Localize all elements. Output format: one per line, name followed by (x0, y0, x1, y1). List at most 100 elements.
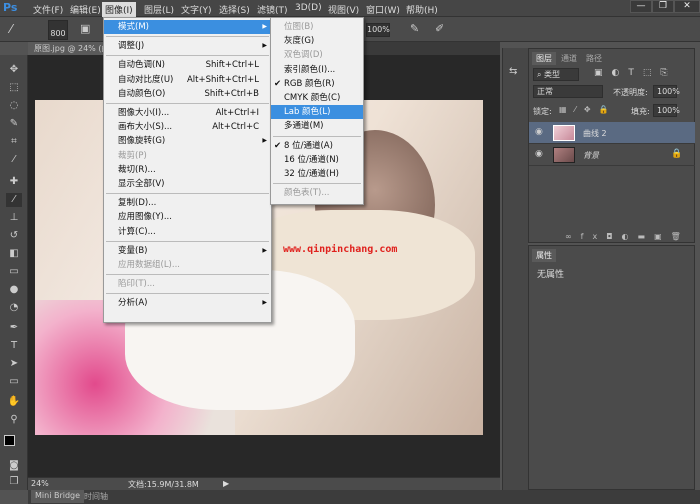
menu-item-shortcut: Alt+Ctrl+C (212, 122, 259, 133)
marquee-tool-icon[interactable]: ⬚ (6, 81, 22, 95)
lock-icons[interactable]: ▦⁄✥🔒 (559, 105, 617, 114)
menu-help[interactable]: 帮助(H) (403, 2, 441, 17)
menu-select[interactable]: 选择(S) (216, 2, 253, 17)
image_menu-item[interactable]: 模式(M) ▶ (104, 20, 271, 34)
layer-row[interactable]: ◉ 背景 🔒 (529, 144, 695, 166)
mode_submenu-item[interactable]: 灰度(G) (271, 34, 363, 48)
mode_submenu-item[interactable]: 多通道(M) (271, 119, 363, 133)
search-icon: ⌕ (537, 70, 545, 79)
properties-panel: 属性 无属性 (528, 245, 695, 490)
image_menu-item[interactable]: 自动颜色(O) Shift+Ctrl+B (104, 87, 271, 101)
image_menu-item[interactable]: 计算(C)... (104, 225, 271, 239)
image_menu-item[interactable]: 图像大小(I)... Alt+Ctrl+I (104, 106, 271, 120)
menu-image[interactable]: 图像(I) (102, 2, 136, 17)
tab-channels[interactable]: 通道 (557, 52, 581, 65)
mode_submenu-item[interactable]: ✔ RGB 颜色(R) (271, 77, 363, 91)
pen-tool-icon[interactable]: ✒ (6, 321, 22, 335)
brush-size-picker[interactable]: 800 (48, 20, 68, 40)
menu-separator (106, 103, 269, 104)
menu-window[interactable]: 窗口(W) (363, 2, 403, 17)
menu-edit[interactable]: 编辑(E) (67, 2, 104, 17)
mode_submenu-item[interactable]: 16 位/通道(N) (271, 153, 363, 167)
path-select-tool-icon[interactable]: ➤ (6, 357, 22, 371)
menu-filter[interactable]: 滤镜(T) (254, 2, 291, 17)
close-button[interactable]: ✕ (674, 0, 700, 13)
tab-mini-bridge[interactable]: Mini Bridge (31, 490, 85, 503)
eraser-tool-icon[interactable]: ◧ (6, 247, 22, 261)
image_menu-item[interactable]: 显示全部(V) (104, 177, 271, 191)
mode_submenu-item: 位图(B) (271, 20, 363, 34)
lasso-tool-icon[interactable]: ◌ (6, 99, 22, 113)
image_menu-item[interactable]: 分析(A) ▶ (104, 296, 271, 310)
layer-name[interactable]: 背景 (583, 150, 599, 161)
healing-tool-icon[interactable]: ✚ (6, 175, 22, 189)
dodge-tool-icon[interactable]: ◔ (6, 301, 22, 315)
checkmark-icon: ✔ (274, 78, 282, 89)
blend-mode-select[interactable]: 正常 (533, 85, 603, 98)
layer-name[interactable]: 曲线 2 (583, 128, 607, 139)
image_menu-item[interactable]: 自动色调(N) Shift+Ctrl+L (104, 58, 271, 72)
screen-mode-icon[interactable]: ❐ (6, 475, 22, 489)
eyedropper-tool-icon[interactable]: ⁄ (6, 153, 22, 167)
quick-select-tool-icon[interactable]: ✎ (6, 117, 22, 131)
menu-item-label: 图像旋转(G) (118, 136, 166, 147)
status-menu-arrow-icon[interactable]: ▶ (223, 479, 229, 488)
layer-filter-select[interactable]: ⌕ 类型 (533, 68, 579, 81)
hand-tool-icon[interactable]: ✋ (6, 395, 22, 409)
mode_submenu-item[interactable]: 索引颜色(I)... (271, 63, 363, 77)
brush-panel-icon[interactable]: ▣ (80, 22, 90, 35)
fill-field[interactable]: 100% (653, 104, 680, 117)
type-tool-icon[interactable]: T (6, 339, 22, 353)
tab-layers[interactable]: 图层 (532, 52, 556, 65)
zoom-level[interactable]: 24% (31, 479, 49, 488)
visibility-eye-icon[interactable]: ◉ (535, 149, 543, 159)
visibility-eye-icon[interactable]: ◉ (535, 127, 543, 137)
shape-tool-icon[interactable]: ▭ (6, 375, 22, 389)
image_menu-item[interactable]: 复制(D)... (104, 196, 271, 210)
layer-actions-icons[interactable]: ∞fx◘◐▬▣🗑 (565, 232, 690, 241)
opacity-field[interactable]: 100% (653, 85, 680, 98)
tablet-pressure-icon[interactable]: ✐ (435, 22, 444, 35)
gradient-tool-icon[interactable]: ▭ (6, 265, 22, 279)
history-brush-icon[interactable]: ↺ (6, 229, 22, 243)
image_menu-item[interactable]: 裁切(R)... (104, 163, 271, 177)
mode_submenu-item[interactable]: Lab 颜色(L) (271, 105, 363, 120)
document-tab[interactable]: 原图.jpg @ 24% (曲线 2, RGB/8) (28, 42, 108, 55)
foreground-color-swatch[interactable] (4, 435, 15, 446)
tab-paths[interactable]: 路径 (582, 52, 606, 65)
quick-mask-icon[interactable]: ◙ (6, 459, 22, 473)
history-panel-icon[interactable]: ⇆ (509, 66, 517, 77)
menu-3d[interactable]: 3D(D) (292, 2, 325, 14)
layer-row[interactable]: ◉ 曲线 2 (529, 122, 695, 144)
mode_submenu-item[interactable]: CMYK 颜色(C) (271, 91, 363, 105)
image_menu-item[interactable]: 变量(B) ▶ (104, 244, 271, 258)
brush-icon[interactable]: ⁄ (10, 22, 12, 36)
stamp-tool-icon[interactable]: ⊥ (6, 211, 22, 225)
tab-properties[interactable]: 属性 (532, 249, 556, 262)
zoom-tool-icon[interactable]: ⚲ (6, 413, 22, 427)
brush-tool-icon[interactable]: ⁄ (6, 193, 22, 207)
flow-field[interactable]: 100% (366, 23, 390, 37)
tab-timeline[interactable]: 时间轴 (80, 490, 112, 503)
mode_submenu-item[interactable]: 32 位/通道(H) (271, 167, 363, 181)
document-size[interactable]: 文档:15.9M/31.8M (128, 479, 199, 490)
image_menu-item[interactable]: 应用图像(Y)... (104, 210, 271, 224)
restore-button[interactable]: ❐ (652, 0, 674, 13)
menu-layer[interactable]: 图层(L) (141, 2, 177, 17)
minimize-button[interactable]: — (630, 0, 652, 13)
airbrush-icon[interactable]: ✎ (410, 22, 419, 35)
mode_submenu-item[interactable]: ✔ 8 位/通道(A) (271, 139, 363, 153)
layer-filter-icons[interactable]: ▣◐T⬚⎘ (594, 68, 677, 78)
submenu-arrow-icon: ▶ (262, 137, 267, 145)
image_menu-item[interactable]: 画布大小(S)... Alt+Ctrl+C (104, 120, 271, 134)
image_menu-item[interactable]: 图像旋转(G) ▶ (104, 134, 271, 148)
menu-type[interactable]: 文字(Y) (178, 2, 215, 17)
crop-tool-icon[interactable]: ⌗ (6, 135, 22, 149)
menu-file[interactable]: 文件(F) (30, 2, 66, 17)
image_menu-item[interactable]: 自动对比度(U) Alt+Shift+Ctrl+L (104, 73, 271, 87)
move-tool-icon[interactable]: ✥ (6, 63, 22, 77)
blur-tool-icon[interactable]: ● (6, 283, 22, 297)
menu-view[interactable]: 视图(V) (325, 2, 362, 17)
mode_submenu-item: 双色调(D) (271, 48, 363, 62)
image_menu-item[interactable]: 调整(J) ▶ (104, 39, 271, 53)
